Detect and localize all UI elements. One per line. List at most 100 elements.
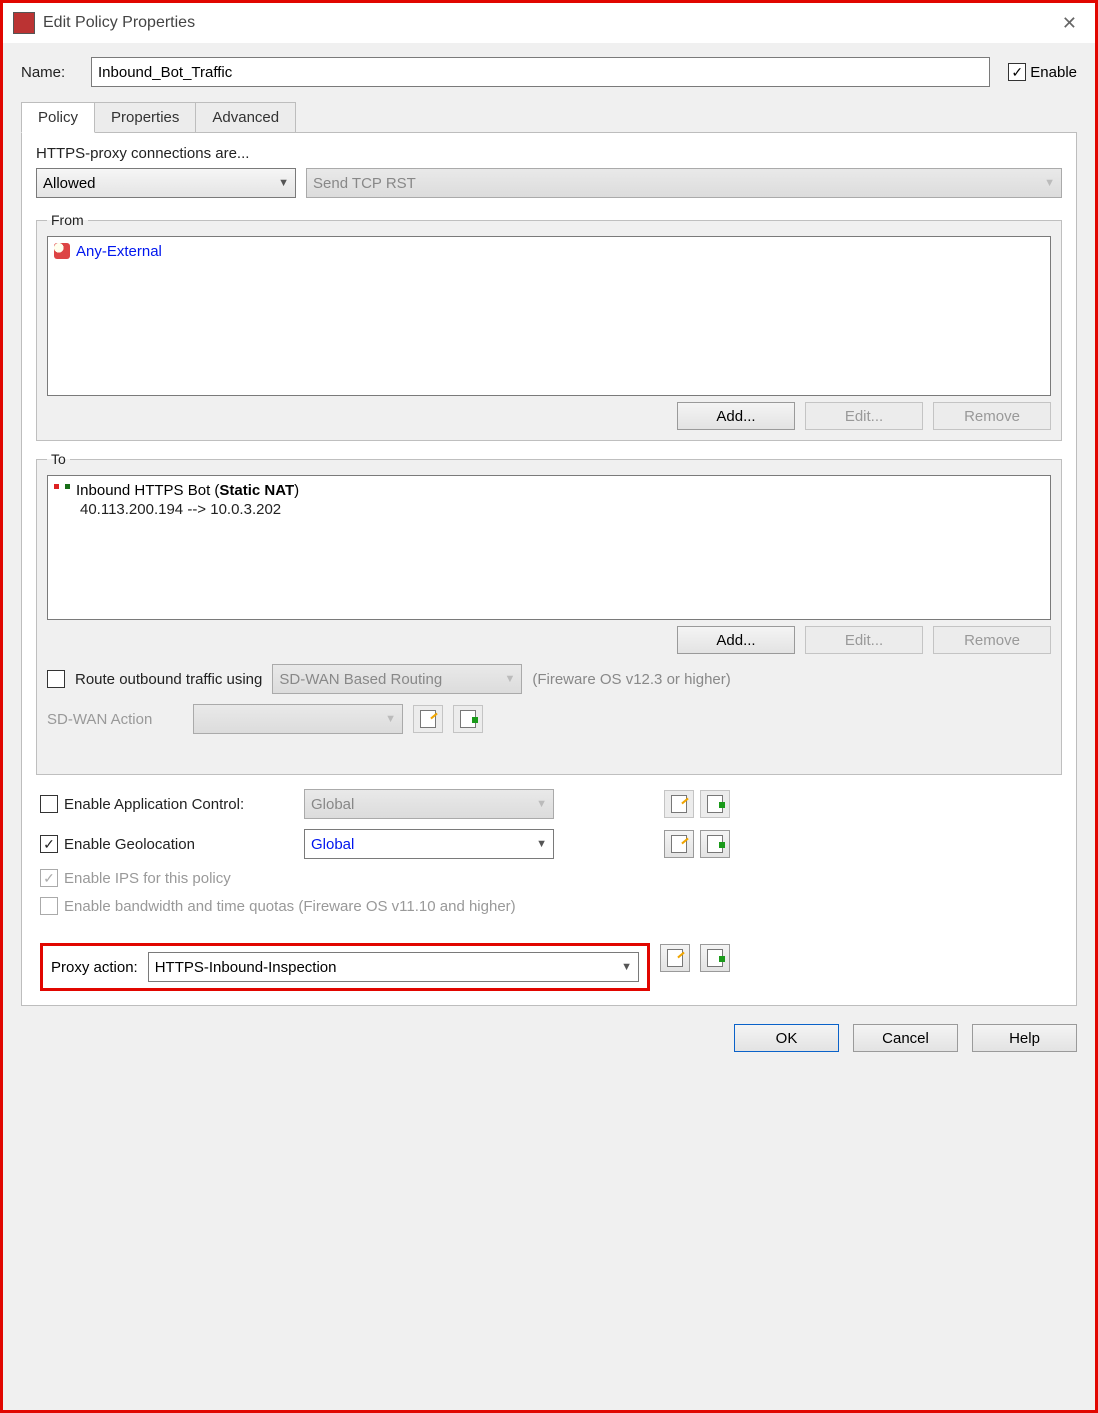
geolocation-label: Enable Geolocation: [64, 836, 195, 853]
geolocation-checkbox[interactable]: ✓: [40, 835, 58, 853]
route-outbound-mode-value: SD-WAN Based Routing: [279, 671, 442, 688]
proxy-action-value: HTTPS-Inbound-Inspection: [155, 959, 337, 976]
chevron-down-icon: ▼: [278, 177, 289, 189]
app-control-select: Global ▼: [304, 789, 554, 819]
enable-checkbox[interactable]: ✓: [1008, 63, 1026, 81]
connections-row: Allowed ▼ Send TCP RST ▼: [36, 168, 1062, 198]
connections-reset-value: Send TCP RST: [313, 175, 416, 192]
proxy-new-button[interactable]: [700, 944, 730, 972]
name-input[interactable]: [91, 57, 990, 87]
proxy-action-label: Proxy action:: [51, 959, 138, 976]
ips-checkbox: ✓: [40, 869, 58, 887]
nat-icon: [54, 482, 70, 498]
to-add-button[interactable]: Add...: [677, 626, 795, 654]
to-item-mapping: 40.113.200.194 --> 10.0.3.202: [80, 501, 1044, 518]
app-control-label: Enable Application Control:: [64, 796, 244, 813]
connections-action-value: Allowed: [43, 175, 96, 192]
tab-properties[interactable]: Properties: [95, 102, 196, 133]
sdwan-new-button: [453, 705, 483, 733]
quotas-checkbox: [40, 897, 58, 915]
app-control-edit-button: [664, 790, 694, 818]
geolocation-row: ✓ Enable Geolocation Global ▼: [40, 829, 1058, 859]
window-frame: Edit Policy Properties ✕ Name: ✓ Enable …: [0, 0, 1098, 1413]
geolocation-edit-button[interactable]: [664, 830, 694, 858]
enable-label: Enable: [1030, 64, 1077, 81]
from-legend: From: [47, 212, 88, 228]
route-outbound-label: Route outbound traffic using: [75, 671, 262, 688]
to-legend: To: [47, 451, 70, 467]
chevron-down-icon: ▼: [536, 798, 547, 810]
user-icon: [54, 243, 70, 259]
route-outbound-checkbox[interactable]: [47, 670, 65, 688]
sdwan-action-row: SD-WAN Action ▼: [47, 704, 1051, 734]
chevron-down-icon: ▼: [385, 713, 396, 725]
sdwan-edit-button: [413, 705, 443, 733]
close-icon[interactable]: ✕: [1054, 13, 1085, 34]
to-item-name-text: Inbound HTTPS Bot: [76, 482, 210, 499]
tab-policy[interactable]: Policy: [21, 102, 95, 133]
geolocation-new-button[interactable]: [700, 830, 730, 858]
route-outbound-mode-select: SD-WAN Based Routing ▼: [272, 664, 522, 694]
list-item[interactable]: Any-External: [54, 241, 1044, 262]
name-row: Name: ✓ Enable: [21, 57, 1077, 87]
connections-label: HTTPS-proxy connections are...: [36, 145, 1062, 162]
app-icon: [13, 12, 35, 34]
from-edit-button: Edit...: [805, 402, 923, 430]
tab-bar: Policy Properties Advanced: [21, 101, 1077, 132]
geolocation-select[interactable]: Global ▼: [304, 829, 554, 859]
policy-panel: HTTPS-proxy connections are... Allowed ▼…: [21, 132, 1077, 1006]
options-block: Enable Application Control: Global ▼ ✓ E…: [36, 789, 1062, 991]
list-item[interactable]: Inbound HTTPS Bot (Static NAT): [54, 480, 1044, 501]
quotas-label: Enable bandwidth and time quotas (Firewa…: [64, 898, 516, 915]
ips-row: ✓ Enable IPS for this policy: [40, 869, 1058, 887]
new-icon: [707, 795, 723, 813]
title-bar: Edit Policy Properties ✕: [3, 3, 1095, 43]
chevron-down-icon: ▼: [1044, 177, 1055, 189]
cancel-button[interactable]: Cancel: [853, 1024, 958, 1052]
connections-reset-select: Send TCP RST ▼: [306, 168, 1062, 198]
help-button[interactable]: Help: [972, 1024, 1077, 1052]
app-control-checkbox[interactable]: [40, 795, 58, 813]
chevron-down-icon: ▼: [536, 838, 547, 850]
new-icon: [707, 835, 723, 853]
app-control-label-wrap: Enable Application Control:: [40, 795, 290, 813]
sdwan-action-label: SD-WAN Action: [47, 711, 183, 728]
new-icon: [707, 949, 723, 967]
route-outbound-note: (Fireware OS v12.3 or higher): [532, 671, 730, 688]
chevron-down-icon: ▼: [621, 961, 632, 973]
route-outbound-row: Route outbound traffic using SD-WAN Base…: [47, 664, 1051, 694]
quotas-label-wrap: Enable bandwidth and time quotas (Firewa…: [40, 897, 516, 915]
to-button-row: Add... Edit... Remove: [47, 626, 1051, 654]
tab-advanced[interactable]: Advanced: [196, 102, 296, 133]
to-listbox[interactable]: Inbound HTTPS Bot (Static NAT) 40.113.20…: [47, 475, 1051, 620]
edit-icon: [671, 795, 687, 813]
client-area: Name: ✓ Enable Policy Properties Advance…: [3, 43, 1095, 1410]
from-button-row: Add... Edit... Remove: [47, 402, 1051, 430]
from-group: From Any-External Add... Edit... Remove: [36, 212, 1062, 441]
app-control-new-button: [700, 790, 730, 818]
proxy-action-select[interactable]: HTTPS-Inbound-Inspection ▼: [148, 952, 639, 982]
from-listbox[interactable]: Any-External: [47, 236, 1051, 396]
to-group: To Inbound HTTPS Bot (Static NAT) 40.113…: [36, 451, 1062, 775]
geolocation-label-wrap: ✓ Enable Geolocation: [40, 835, 290, 853]
app-control-value: Global: [311, 796, 354, 813]
quotas-row: Enable bandwidth and time quotas (Firewa…: [40, 897, 1058, 915]
connections-action-select[interactable]: Allowed ▼: [36, 168, 296, 198]
to-item-type: Static NAT: [219, 482, 294, 499]
edit-icon: [420, 710, 436, 728]
to-remove-button: Remove: [933, 626, 1051, 654]
name-label: Name:: [21, 64, 91, 81]
to-edit-button: Edit...: [805, 626, 923, 654]
ok-button[interactable]: OK: [734, 1024, 839, 1052]
edit-icon: [671, 835, 687, 853]
sdwan-action-select: ▼: [193, 704, 403, 734]
enable-wrap: ✓ Enable: [1008, 63, 1077, 81]
new-icon: [460, 710, 476, 728]
geolocation-value: Global: [311, 836, 354, 853]
proxy-edit-button[interactable]: [660, 944, 690, 972]
from-add-button[interactable]: Add...: [677, 402, 795, 430]
from-item-text: Any-External: [76, 243, 162, 260]
ips-label: Enable IPS for this policy: [64, 870, 231, 887]
proxy-action-highlight: Proxy action: HTTPS-Inbound-Inspection ▼: [40, 943, 650, 991]
chevron-down-icon: ▼: [504, 673, 515, 685]
